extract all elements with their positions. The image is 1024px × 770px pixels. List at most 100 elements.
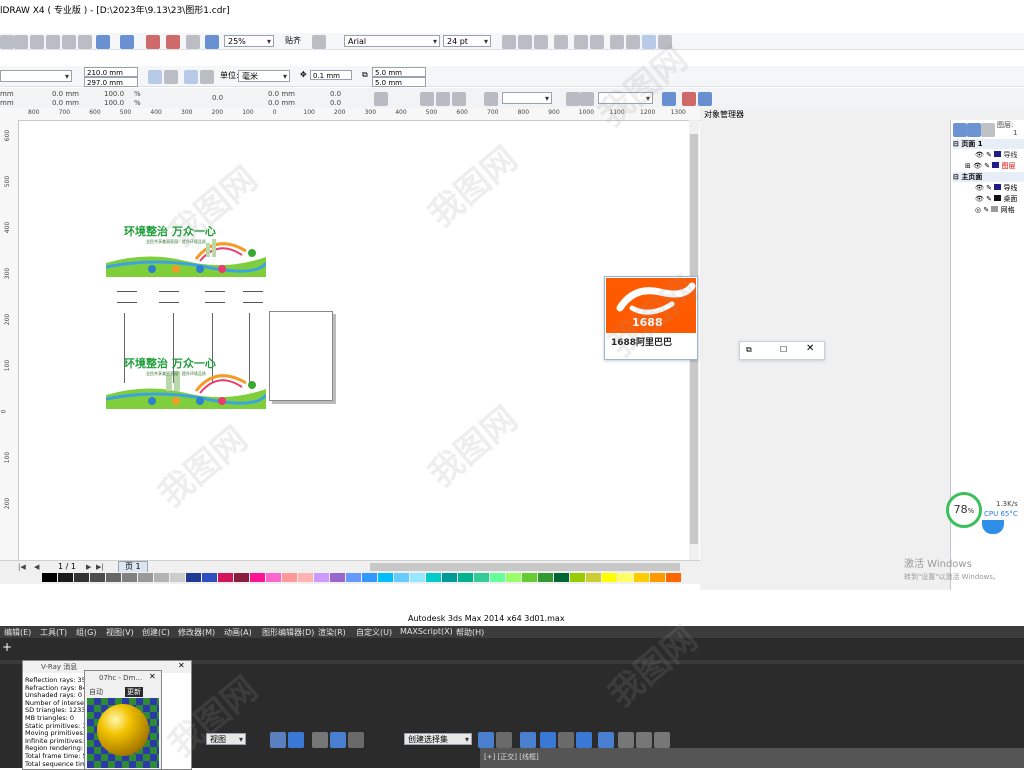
page-height-field[interactable]: 297.0 mm (84, 77, 138, 87)
color-swatch[interactable] (186, 573, 201, 582)
max-menu-item[interactable]: 编辑(E) (4, 627, 31, 638)
max-menu-item[interactable]: 组(G) (76, 627, 96, 638)
color-swatch[interactable] (170, 573, 185, 582)
select-move-icon[interactable] (270, 732, 286, 748)
bullet-icon[interactable] (574, 35, 588, 49)
color-swatch[interactable] (90, 573, 105, 582)
save-icon[interactable] (0, 35, 14, 49)
layer-manager-icon[interactable] (967, 123, 981, 137)
outline-width-select[interactable] (502, 92, 552, 104)
color-swatch[interactable] (602, 573, 617, 582)
max-menu-item[interactable]: 帮助(H) (456, 627, 484, 638)
color-swatch[interactable] (42, 573, 57, 582)
restore-icon[interactable]: ⧉ (746, 345, 752, 355)
color-swatch[interactable] (666, 573, 681, 582)
landscape-icon[interactable] (164, 70, 178, 84)
lock-ratio-icon[interactable] (374, 92, 388, 106)
color-swatch[interactable] (650, 573, 665, 582)
align-left-icon[interactable] (554, 35, 568, 49)
text-line-group-1[interactable] (117, 291, 137, 303)
layer-manager-icon-max[interactable] (520, 732, 536, 748)
color-swatch[interactable] (330, 573, 345, 582)
print-icon[interactable] (14, 35, 28, 49)
break-apart-icon[interactable] (484, 92, 498, 106)
vertical-text-icon[interactable] (658, 35, 672, 49)
color-swatch[interactable] (154, 573, 169, 582)
color-swatch[interactable] (346, 573, 361, 582)
next-page-icon[interactable]: ▶ (86, 562, 91, 572)
undo-icon[interactable] (96, 35, 110, 49)
max-menu-item[interactable]: 自定义(U) (356, 627, 392, 638)
render-teapot-icon[interactable] (654, 732, 670, 748)
dropcap-icon[interactable] (590, 35, 604, 49)
banner-artwork-2[interactable]: 环境整治 万众一心 全民共享美丽家园 · 提升环境品质 (105, 353, 268, 409)
color-swatch[interactable] (122, 573, 137, 582)
color-swatch[interactable] (314, 573, 329, 582)
paper-type-select[interactable] (0, 70, 72, 82)
master-row[interactable]: ⊟ 主页面 (953, 172, 1024, 182)
max-menu-item[interactable]: 视图(V) (106, 627, 134, 638)
welcome-icon[interactable] (205, 35, 219, 49)
options-icon[interactable] (312, 35, 326, 49)
color-swatch[interactable] (106, 573, 121, 582)
current-page-icon[interactable] (200, 70, 214, 84)
color-swatch[interactable] (202, 573, 217, 582)
selection-set-dropdown[interactable]: 创建选择集 (404, 733, 472, 745)
banner-artwork[interactable]: 环境整治 万众一心 全民共享美丽家园 · 提升环境品质 (105, 221, 268, 277)
color-swatch[interactable] (250, 573, 265, 582)
prev-page-icon[interactable]: ◀ (34, 562, 39, 572)
group-icon[interactable] (420, 92, 434, 106)
master-row-guides[interactable]: 👁 ✎ 导线 (975, 183, 1024, 193)
material-close-icon[interactable]: ✕ (149, 672, 156, 682)
color-swatch[interactable] (218, 573, 233, 582)
last-page-icon[interactable]: ▶| (96, 562, 104, 572)
object-view-icon[interactable] (981, 123, 995, 137)
copy-icon[interactable] (62, 35, 76, 49)
color-swatch[interactable] (474, 573, 489, 582)
color-swatch[interactable] (266, 573, 281, 582)
snap-icon[interactable] (312, 732, 328, 748)
horizontal-scrollbar[interactable] (370, 563, 680, 571)
percent-snap-icon[interactable] (348, 732, 364, 748)
font-list-select[interactable]: Arial (344, 35, 440, 47)
text-line-group-4[interactable] (243, 291, 263, 303)
color-swatch[interactable] (410, 573, 425, 582)
max-menu-item[interactable]: 图形编辑器(D) (262, 627, 314, 638)
page1-row[interactable]: ⊟ 页面 1 (953, 139, 1024, 149)
auto-checkbox[interactable]: 自动 (89, 687, 103, 697)
color-swatch[interactable] (138, 573, 153, 582)
system-monitor-widget[interactable]: 78% 1.3K/s CPU 65°C (946, 492, 1024, 534)
text-line-group-3[interactable] (205, 291, 225, 303)
color-swatch[interactable] (426, 573, 441, 582)
page-width-field[interactable]: 210.0 mm (84, 67, 138, 77)
import-icon[interactable] (146, 35, 160, 49)
text-format-icon[interactable] (610, 35, 624, 49)
close-icon[interactable]: ✕ (806, 344, 814, 354)
underline-icon[interactable] (534, 35, 548, 49)
vray-close-icon[interactable]: ✕ (178, 661, 185, 671)
palette-icon[interactable] (698, 92, 712, 106)
page-frame[interactable] (269, 311, 333, 401)
color-swatch[interactable] (234, 573, 249, 582)
export-icon[interactable] (166, 35, 180, 49)
snap-to-menu[interactable]: 贴齐 (285, 36, 301, 46)
master-row-grid[interactable]: ◎ ✎ 网格 (975, 205, 1024, 215)
render-icon[interactable] (636, 732, 652, 748)
duplicate-y-field[interactable]: 5.0 mm (372, 77, 426, 87)
render-frame-icon[interactable] (618, 732, 634, 748)
max-menu-item[interactable]: 工具(T) (40, 627, 67, 638)
edit-text-icon[interactable] (626, 35, 640, 49)
color-swatch[interactable] (618, 573, 633, 582)
color-icon[interactable] (682, 92, 696, 106)
delete-icon[interactable] (580, 92, 594, 106)
nudge-distance-field[interactable]: 0.1 mm (310, 70, 352, 80)
show-properties-icon[interactable] (953, 123, 967, 137)
popup-1688[interactable]: 1688 1688阿里巴巴 (604, 276, 698, 360)
color-swatch[interactable] (378, 573, 393, 582)
view-dropdown[interactable]: 视图 (206, 733, 246, 745)
select-scale-icon[interactable] (288, 732, 304, 748)
paste-icon[interactable] (78, 35, 92, 49)
color-swatch[interactable] (458, 573, 473, 582)
viewport-area[interactable] (480, 748, 1024, 768)
redo-icon[interactable] (120, 35, 134, 49)
